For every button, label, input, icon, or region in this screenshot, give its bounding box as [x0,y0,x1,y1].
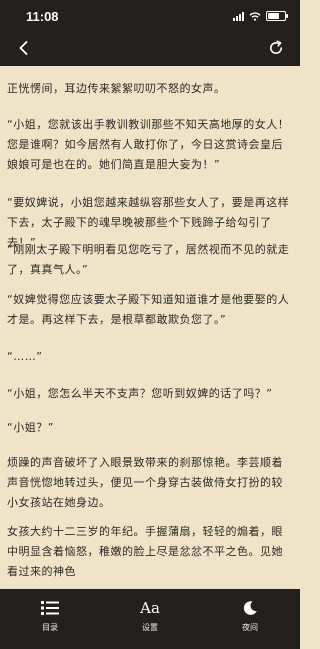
refresh-button[interactable] [266,38,286,58]
paragraph: “奴婢觉得您应该要太子殿下知道知道谁才是他要娶的人才是。再这样下去，是根草都敢欺… [7,293,290,326]
top-bar: 11:08 [0,0,300,66]
status-time: 11:08 [26,9,59,24]
battery-icon [266,11,288,21]
paragraph: 女孩大约十二三岁的年纪。手握蒲扇，轻轻的煽着，眼中明显含着恼怒，稚嫩的脸上尽是忿… [7,525,283,578]
moon-icon [243,601,257,615]
paragraph: “刚刚太子殿下明明看见您吃亏了，居然视而不见的就走了，真真气人。” [7,243,290,276]
bottom-toolbar: 目录 Aa 设置 夜间 [0,589,300,649]
paragraph: “……” [7,350,43,363]
wifi-icon [249,11,261,21]
paragraph: “小姐，您就该出手教训教训那些不知天高地厚的女人！您是谁啊？如今居然有人敢打你了… [7,118,290,171]
table-of-contents-button[interactable]: 目录 [25,597,75,633]
paragraph: “小姐？” [7,421,54,434]
paragraph: 烦躁的声音破坏了入眼景致带来的刹那惊艳。李芸顺着声音恍惚地转过头，便见一个身穿古… [7,456,283,509]
font-size-icon: Aa [140,599,160,617]
settings-button[interactable]: Aa 设置 [125,597,175,633]
paragraph: “小姐，您怎么半天不支声？您听到奴婢的话了吗？” [7,387,273,400]
list-icon [41,601,59,615]
chevron-left-icon [19,41,28,55]
back-button[interactable] [14,38,34,58]
night-mode-label: 夜间 [242,623,258,632]
reading-content[interactable]: 正恍愣间，耳边传来絮絮叨叨不怒的女声。 “小姐，您就该出手教训教训那些不知天高地… [0,66,300,589]
status-icons [233,11,288,21]
refresh-icon [270,40,282,54]
cellular-signal-icon [233,11,244,21]
table-of-contents-label: 目录 [42,623,58,632]
paragraph: 正恍愣间，耳边传来絮絮叨叨不怒的女声。 [7,82,226,95]
settings-label: 设置 [142,623,158,632]
night-mode-button[interactable]: 夜间 [225,597,275,633]
